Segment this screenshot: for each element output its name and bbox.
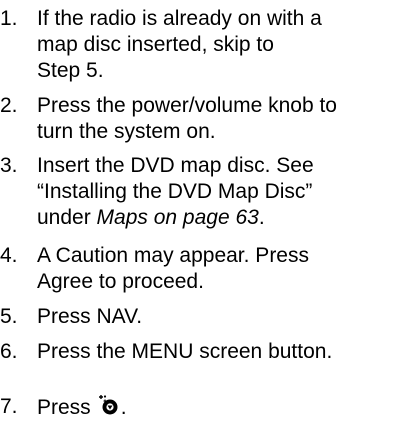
step-line: If the radio is already on with a: [37, 7, 322, 30]
step-line: A Caution may appear. Press: [37, 244, 309, 267]
step-line: “Installing the DVD Map Disc”: [37, 180, 313, 203]
step-text: If the radio is already on with a map di…: [37, 6, 392, 84]
step-text: Press the power/volume knob to turn the …: [37, 93, 392, 145]
step-number: 5.: [0, 305, 18, 328]
step-number: 7.: [0, 395, 18, 418]
page-reference: Maps on page 63: [96, 206, 259, 229]
step-number: 2.: [0, 94, 18, 117]
step-line: turn the system on.: [37, 120, 216, 143]
step-number: 3.: [0, 154, 18, 177]
navigation-button-icon: [97, 394, 121, 416]
step-number: 1.: [0, 7, 18, 30]
step-text: A Caution may appear. Press Agree to pro…: [37, 243, 392, 295]
step-line-suffix: .: [120, 396, 127, 419]
step-line: Press: [37, 396, 91, 419]
step-line: Step 5.: [37, 59, 104, 82]
step-number: 4.: [0, 244, 18, 267]
step-line: map disc inserted, skip to: [37, 33, 274, 56]
step-line: under Maps on page 63.: [37, 205, 392, 231]
step-number: 6.: [0, 340, 18, 363]
step-line-prefix: under: [37, 206, 97, 229]
step-text: Press the MENU screen button.: [37, 339, 392, 365]
step-text: Press .: [37, 394, 392, 421]
step-line: Agree to proceed.: [37, 270, 204, 293]
step-text: Press NAV.: [37, 304, 392, 330]
step-text: Insert the DVD map disc. See “Installing…: [37, 153, 392, 231]
step-line: Insert the DVD map disc. See: [37, 154, 314, 177]
step-line: Press the power/volume knob to: [37, 94, 337, 117]
step-line: Press the MENU screen button.: [37, 340, 333, 363]
step-line: Press NAV.: [37, 305, 143, 328]
step-line-suffix: .: [258, 206, 265, 229]
